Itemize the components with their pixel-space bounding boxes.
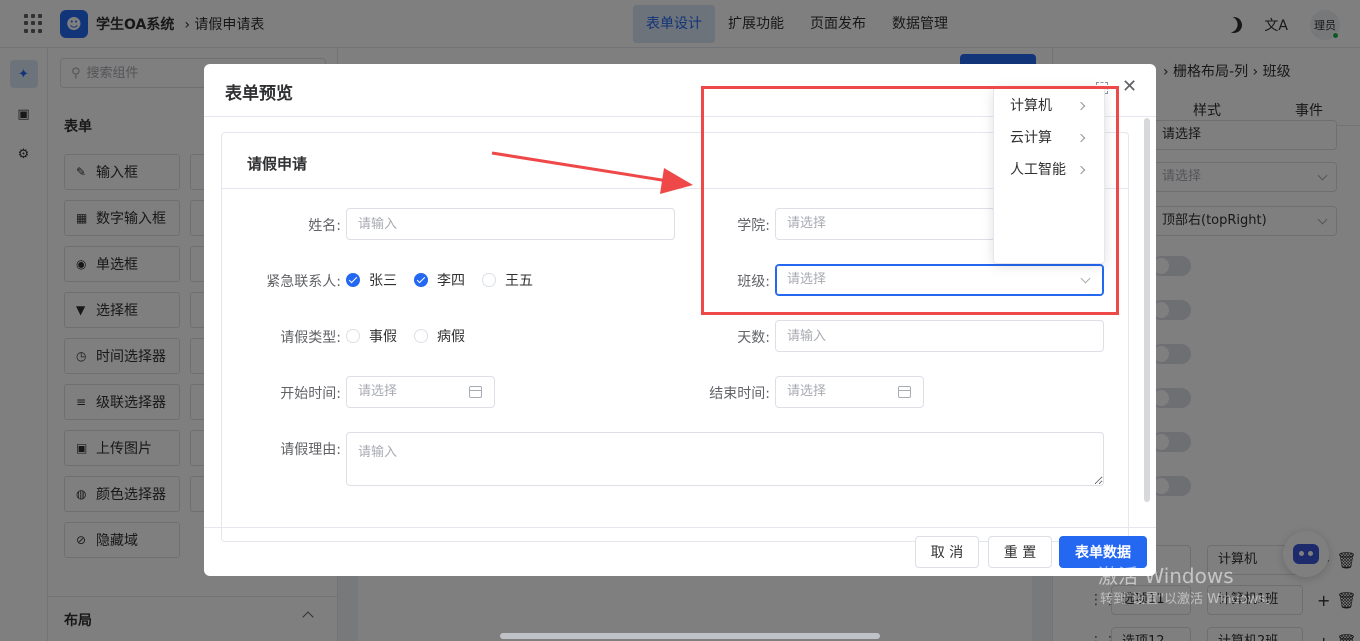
windows-watermark: 激活 Windows: [1098, 564, 1234, 588]
radio-icon: [414, 329, 428, 343]
dialog-scrollbar[interactable]: [1144, 118, 1150, 502]
reset-button[interactable]: 重 置: [988, 536, 1052, 568]
leave-type-radio-personal[interactable]: 事假: [346, 326, 397, 346]
name-label: 姓名:: [308, 218, 341, 234]
checkbox-unchecked-icon: [482, 273, 496, 287]
emergency-contact-label: 紧急联系人:: [266, 274, 341, 290]
leave-type-radio-sick[interactable]: 病假: [414, 326, 465, 346]
days-input[interactable]: [775, 320, 1104, 352]
checkbox-checked-icon: [414, 273, 428, 287]
end-time-label: 结束时间:: [709, 386, 770, 402]
name-input[interactable]: [346, 208, 675, 240]
start-time-label: 开始时间:: [280, 386, 341, 402]
windows-watermark-hint: 转到"设置"以激活 Windows。: [1100, 592, 1279, 607]
reason-textarea[interactable]: [346, 432, 1104, 486]
contact-checkbox-zhangsan[interactable]: 张三: [346, 270, 397, 290]
calendar-icon: [898, 386, 911, 398]
cancel-button[interactable]: 取 消: [915, 536, 979, 568]
annotation-highlight-box: [701, 86, 1119, 315]
end-time-picker[interactable]: 请选择: [775, 376, 924, 408]
close-icon[interactable]: ✕: [1122, 78, 1137, 96]
calendar-icon: [469, 386, 482, 398]
start-time-picker[interactable]: 请选择: [346, 376, 495, 408]
canvas-horizontal-scrollbar[interactable]: [500, 633, 880, 639]
card-title: 请假申请: [247, 155, 308, 173]
days-label: 天数:: [737, 330, 770, 346]
leave-type-label: 请假类型:: [280, 330, 341, 346]
checkbox-checked-icon: [346, 273, 360, 287]
divider: [204, 527, 1156, 528]
contact-checkbox-wangwu[interactable]: 王五: [482, 270, 533, 290]
contact-checkbox-lisi[interactable]: 李四: [414, 270, 465, 290]
radio-icon: [346, 329, 360, 343]
dialog-title: 表单预览: [225, 84, 293, 104]
reason-label: 请假理由:: [280, 442, 341, 458]
